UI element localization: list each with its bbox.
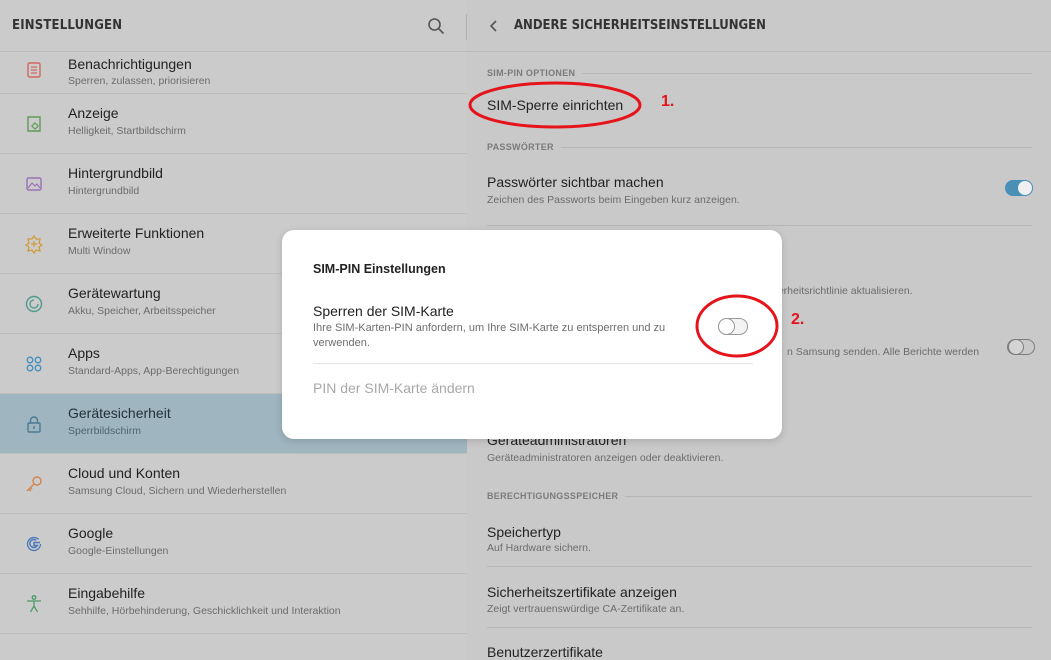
sidebar-item-display[interactable]: Anzeige Helligkeit, Startbildschirm bbox=[0, 94, 467, 154]
send-reports-sublabel: n Samsung senden. Alle Berichte werden bbox=[787, 346, 980, 358]
apps-icon bbox=[26, 356, 42, 371]
section-sim-pin: SIM-PIN OPTIONEN bbox=[487, 68, 1032, 78]
google-icon bbox=[26, 536, 42, 551]
advanced-features-icon bbox=[24, 234, 44, 254]
sidebar-item-label: Cloud und Konten bbox=[68, 465, 181, 481]
user-certificates-item[interactable]: Benutzerzertifikate bbox=[487, 644, 603, 660]
key-icon bbox=[26, 475, 42, 491]
policy-update-sublabel: herheitsrichtlinie aktualisieren. bbox=[772, 285, 913, 297]
dialog-title: SIM-PIN Einstellungen bbox=[313, 262, 446, 276]
wallpaper-icon bbox=[26, 176, 42, 191]
toggle-knob bbox=[1008, 338, 1024, 355]
lock-sim-card-item[interactable]: Sperren der SIM-Karte bbox=[313, 303, 454, 319]
sidebar-item-google[interactable]: Google Google-Einstellungen bbox=[0, 514, 467, 574]
divider bbox=[487, 627, 1032, 628]
show-passwords-item[interactable]: Passwörter sichtbar machen bbox=[487, 174, 664, 190]
display-icon bbox=[27, 115, 41, 132]
show-passwords-toggle[interactable] bbox=[1005, 180, 1033, 196]
sidebar-item-accessibility[interactable]: Eingabehilfe Sehhilfe, Hörbehinderung, G… bbox=[0, 574, 467, 634]
dialog-divider bbox=[313, 363, 753, 364]
sidebar-item-sublabel: Helligkeit, Startbildschirm bbox=[68, 125, 186, 137]
section-passwords: PASSWÖRTER bbox=[487, 142, 1032, 152]
sidebar-item-label: Anzeige bbox=[68, 105, 119, 121]
sidebar-item-sublabel: Samsung Cloud, Sichern und Wiederherstel… bbox=[68, 485, 287, 497]
divider bbox=[487, 566, 1032, 567]
back-arrow-icon[interactable] bbox=[487, 19, 501, 33]
accessibility-icon bbox=[27, 594, 41, 612]
sidebar-item-sublabel: Sperren, zulassen, priorisieren bbox=[68, 75, 211, 87]
section-label: BERECHTIGUNGSSPEICHER bbox=[487, 491, 619, 501]
notifications-icon bbox=[27, 61, 41, 78]
annotation-step-2: 2. bbox=[791, 311, 805, 328]
sidebar-item-sublabel: Sehhilfe, Hörbehinderung, Geschicklichke… bbox=[68, 605, 341, 617]
sidebar-item-label: Gerätewartung bbox=[68, 285, 161, 301]
show-passwords-sublabel: Zeichen des Passworts beim Eingeben kurz… bbox=[487, 194, 740, 206]
sidebar-item-sublabel: Google-Einstellungen bbox=[68, 545, 169, 557]
send-reports-toggle[interactable] bbox=[1007, 338, 1035, 355]
view-certificates-item[interactable]: Sicherheitszertifikate anzeigen bbox=[487, 584, 677, 600]
view-certificates-sublabel: Zeigt vertrauenswürdige CA-Zertifikate a… bbox=[487, 603, 685, 615]
sidebar-item-label: Benachrichtigungen bbox=[68, 56, 192, 72]
device-maintenance-icon bbox=[25, 295, 43, 312]
sidebar-title: EINSTELLUNGEN bbox=[12, 18, 123, 33]
toggle-knob bbox=[717, 317, 735, 335]
sidebar-item-wallpaper[interactable]: Hintergrundbild Hintergrundbild bbox=[0, 154, 467, 214]
sidebar-header: EINSTELLUNGEN bbox=[0, 0, 467, 52]
section-label: SIM-PIN OPTIONEN bbox=[487, 68, 576, 78]
sidebar-item-label: Eingabehilfe bbox=[68, 585, 146, 601]
sidebar-item-sublabel: Standard-Apps, App-Berechtigungen bbox=[68, 365, 240, 377]
lock-sim-card-sublabel: Ihre SIM-Karten-PIN anfordern, um Ihre S… bbox=[313, 322, 666, 349]
sidebar-item-label: Hintergrundbild bbox=[68, 165, 163, 181]
divider bbox=[487, 225, 1032, 226]
sidebar-item-label: Gerätesicherheit bbox=[68, 405, 171, 421]
page-title: ANDERE SICHERHEITSEINSTELLUNGEN bbox=[514, 18, 766, 33]
sim-pin-dialog: SIM-PIN Einstellungen Sperren der SIM-Ka… bbox=[282, 230, 782, 439]
sidebar-item-sublabel: Hintergrundbild bbox=[68, 185, 140, 197]
sim-lock-setup-item[interactable]: SIM-Sperre einrichten bbox=[487, 97, 623, 113]
toggle-knob bbox=[1017, 180, 1033, 196]
sidebar-item-sublabel: Multi Window bbox=[68, 245, 131, 257]
sidebar-item-notifications[interactable]: Benachrichtigungen Sperren, zulassen, pr… bbox=[0, 46, 467, 94]
sidebar-item-label: Google bbox=[68, 525, 114, 541]
sidebar-item-sublabel: Sperrbildschirm bbox=[68, 425, 141, 437]
device-admins-sublabel: Geräteadministratoren anzeigen oder deak… bbox=[487, 452, 724, 464]
lock-sim-card-toggle[interactable] bbox=[717, 317, 748, 335]
sidebar-item-sublabel: Akku, Speicher, Arbeitsspeicher bbox=[68, 305, 216, 317]
detail-header: ANDERE SICHERHEITSEINSTELLUNGEN bbox=[467, 0, 1051, 52]
sidebar-item-cloud-accounts[interactable]: Cloud und Konten Samsung Cloud, Sichern … bbox=[0, 454, 467, 514]
sidebar-item-label: Apps bbox=[68, 345, 100, 361]
storage-type-item[interactable]: Speichertyp bbox=[487, 524, 561, 540]
change-sim-pin-item[interactable]: PIN der SIM-Karte ändern bbox=[313, 380, 475, 396]
lock-icon bbox=[27, 415, 41, 433]
search-icon[interactable] bbox=[427, 17, 445, 35]
sidebar-item-label: Erweiterte Funktionen bbox=[68, 225, 205, 241]
annotation-step-1: 1. bbox=[661, 93, 675, 110]
storage-type-sublabel: Auf Hardware sichern. bbox=[487, 542, 591, 554]
section-credential-storage: BERECHTIGUNGSSPEICHER bbox=[487, 491, 1032, 501]
section-label: PASSWÖRTER bbox=[487, 142, 554, 152]
